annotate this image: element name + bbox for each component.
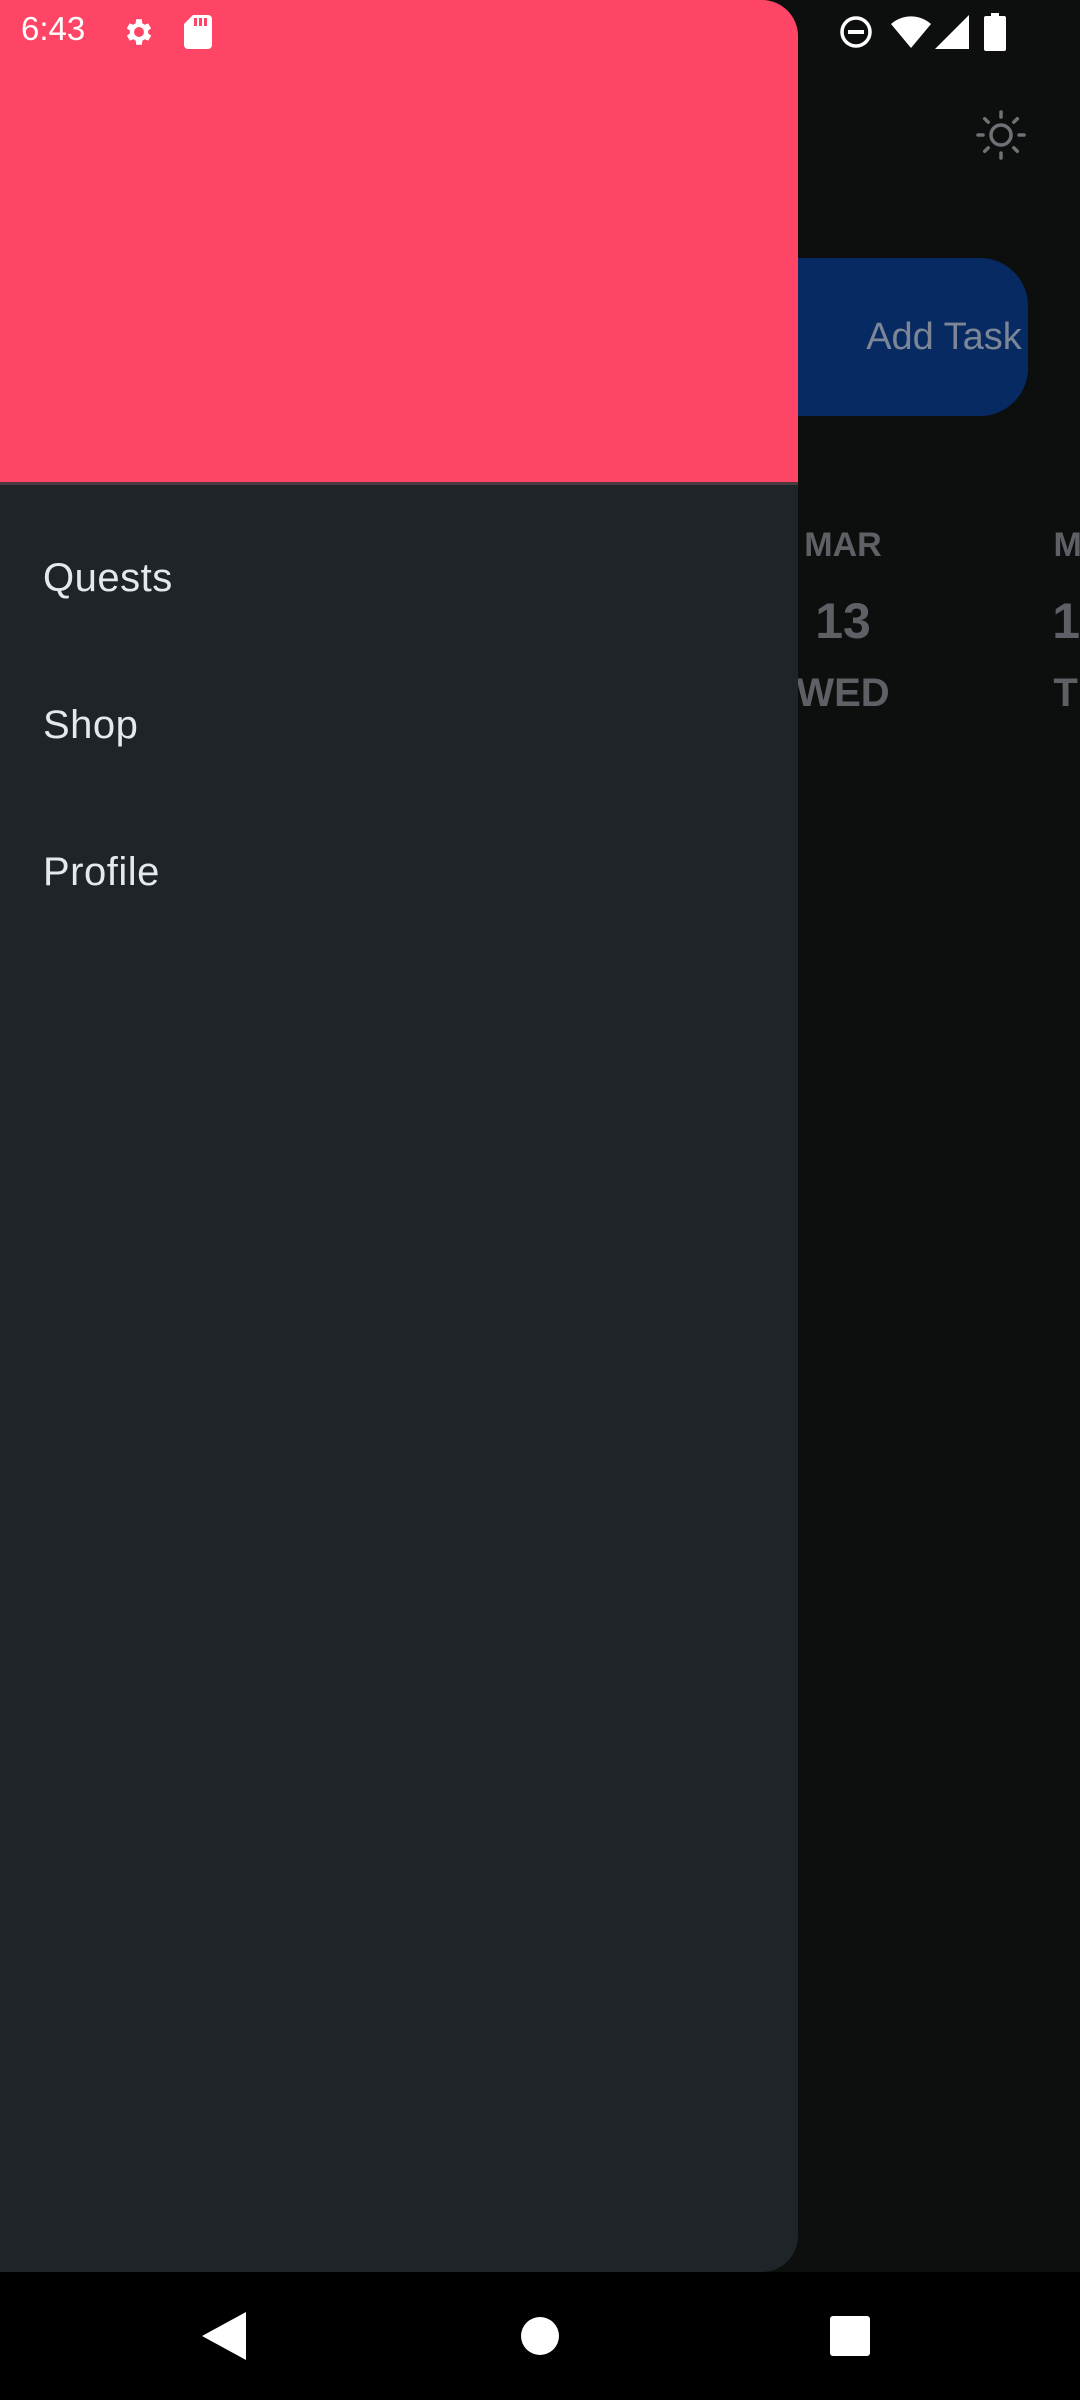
date-month: MA [1053,526,1080,564]
date-weekday: TH [1053,671,1080,715]
status-bar: 6:43 [0,0,1080,64]
battery-icon [982,12,1008,52]
sd-card-icon [182,14,214,50]
drawer-item-shop[interactable]: Shop [0,652,798,799]
back-button[interactable] [190,2302,258,2370]
theme-toggle-button[interactable] [970,104,1032,166]
wifi-icon [890,14,932,50]
do-not-disturb-icon [838,14,874,50]
drawer-header [0,0,798,485]
add-task-label: Add Task [866,315,1022,358]
drawer-item-label: Quests [43,556,173,600]
home-icon [521,2317,559,2355]
recents-button[interactable] [816,2302,884,2370]
sun-icon [976,110,1026,160]
date-item[interactable]: MA 14 TH [1000,520,1080,718]
recents-icon [830,2316,870,2356]
home-button[interactable] [506,2302,574,2370]
drawer-item-quests[interactable]: Quests [0,505,798,652]
drawer-item-label: Profile [43,850,160,894]
navigation-bar [0,2272,1080,2400]
status-time: 6:43 [21,10,86,47]
drawer-item-profile[interactable]: Profile [0,799,798,946]
screen: Add Task MAR 13 WED MA 14 TH Quests Shop… [0,0,1080,2400]
drawer-item-label: Shop [43,703,139,747]
date-day: 14 [1052,593,1080,649]
back-icon [202,2312,246,2360]
signal-icon [934,14,970,50]
settings-icon [121,14,157,50]
navigation-drawer: Quests Shop Profile [0,0,798,2272]
drawer-menu: Quests Shop Profile [0,505,798,946]
